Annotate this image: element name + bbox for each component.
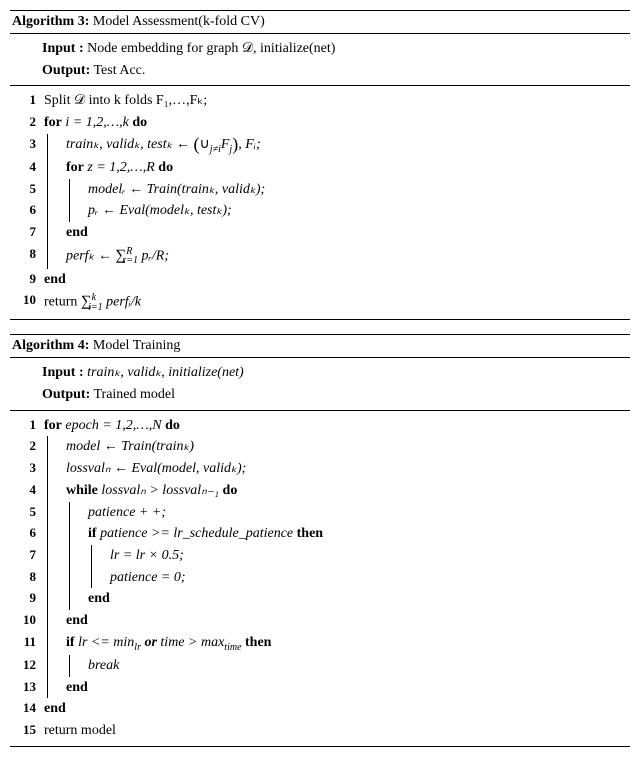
algorithm-3: Algorithm 3: Model Assessment(k-fold CV)… — [10, 10, 630, 320]
line-number: 3 — [12, 458, 44, 478]
algo3-line-5: modelᵣ ← Train(trainₖ, validₖ); — [69, 179, 265, 201]
algo3-body: 1 Split 𝒟 into k folds F₁,…,Fₖ; 2 for i … — [10, 86, 630, 320]
algo3-title: Algorithm 3: Model Assessment(k-fold CV) — [10, 10, 630, 34]
line-number: 2 — [12, 436, 44, 456]
line-number: 2 — [12, 112, 44, 132]
line-number: 5 — [12, 179, 44, 199]
algo4-line-2: model ← Train(trainₖ) — [47, 436, 194, 458]
line-number: 11 — [12, 632, 44, 652]
algo4-title: Algorithm 4: Model Training — [10, 334, 630, 358]
algo4-line-8: patience = 0; — [91, 567, 186, 589]
algo4-line-9: end — [88, 591, 110, 606]
line-number: 7 — [12, 222, 44, 242]
line-number: 15 — [12, 720, 44, 740]
algo4-line-15: return model — [44, 720, 116, 742]
line-number: 6 — [12, 200, 44, 220]
algo3-header: Input : Node embedding for graph 𝒟, init… — [10, 34, 630, 86]
algo3-line-10: return ∑ki=1 perfᵢ/k — [44, 290, 141, 315]
algo4-line-5: patience + +; — [69, 502, 166, 524]
algo3-line-3: trainₖ, validₖ, testₖ ← (∪j≠iFj), Fᵢ; — [47, 134, 261, 157]
line-number: 5 — [12, 502, 44, 522]
algo4-input: trainₖ, validₖ, initialize(net) — [87, 365, 244, 380]
algo4-line-3: lossvalₙ ← Eval(model, validₖ); — [47, 458, 246, 480]
algo4-line-11: if lr <= minlr or time > maxtime then — [47, 632, 271, 655]
line-number: 9 — [12, 588, 44, 608]
algo4-title-label: Algorithm 4: — [12, 338, 89, 353]
line-number: 6 — [12, 523, 44, 543]
algo3-line-6: pᵣ ← Eval(modelₖ, testₖ); — [69, 200, 232, 222]
line-number: 9 — [12, 269, 44, 289]
algo4-header: Input : trainₖ, validₖ, initialize(net) … — [10, 358, 630, 410]
algo4-line-7: lr = lr × 0.5; — [91, 545, 184, 567]
algo4-line-4: while lossvalₙ > lossvalₙ₋₁ do — [47, 480, 237, 502]
algorithm-4: Algorithm 4: Model Training Input : trai… — [10, 334, 630, 746]
line-number: 4 — [12, 157, 44, 177]
algo4-line-1: for epoch = 1,2,…,N do — [44, 415, 180, 437]
algo4-body: 1 for epoch = 1,2,…,N do 2 model ← Train… — [10, 411, 630, 747]
line-number: 10 — [12, 290, 44, 310]
output-label: Output: — [42, 384, 90, 406]
algo3-line-2: for i = 1,2,…,k do — [44, 112, 147, 134]
algo4-output: Trained model — [93, 387, 175, 402]
algo3-line-8: perfₖ ← ∑Rr=1 pᵣ/R; — [47, 244, 169, 269]
input-label: Input : — [42, 362, 84, 384]
algo4-line-12: break — [69, 655, 119, 677]
line-number: 12 — [12, 655, 44, 675]
algo3-line-9: end — [44, 269, 66, 291]
algo3-title-label: Algorithm 3: — [12, 14, 89, 29]
algo3-line-4: for z = 1,2,…,R do — [47, 157, 173, 179]
algo3-line-7: end — [66, 225, 88, 240]
line-number: 8 — [12, 244, 44, 264]
line-number: 8 — [12, 567, 44, 587]
algo3-title-text: Model Assessment(k-fold CV) — [93, 14, 265, 29]
input-label: Input : — [42, 38, 84, 60]
algo4-line-6: if patience >= lr_schedule_patience then — [69, 523, 323, 545]
algo4-line-10: end — [66, 613, 88, 628]
line-number: 3 — [12, 134, 44, 154]
line-number: 4 — [12, 480, 44, 500]
algo3-line-1: Split 𝒟 into k folds F₁,…,Fₖ; — [44, 90, 207, 112]
algo4-line-13: end — [66, 680, 88, 695]
line-number: 1 — [12, 90, 44, 110]
line-number: 13 — [12, 677, 44, 697]
algo3-output: Test Acc. — [93, 63, 145, 78]
line-number: 7 — [12, 545, 44, 565]
line-number: 10 — [12, 610, 44, 630]
algo3-input: Node embedding for graph 𝒟, initialize(n… — [87, 41, 335, 56]
line-number: 14 — [12, 698, 44, 718]
algo4-title-text: Model Training — [93, 338, 181, 353]
output-label: Output: — [42, 60, 90, 82]
line-number: 1 — [12, 415, 44, 435]
